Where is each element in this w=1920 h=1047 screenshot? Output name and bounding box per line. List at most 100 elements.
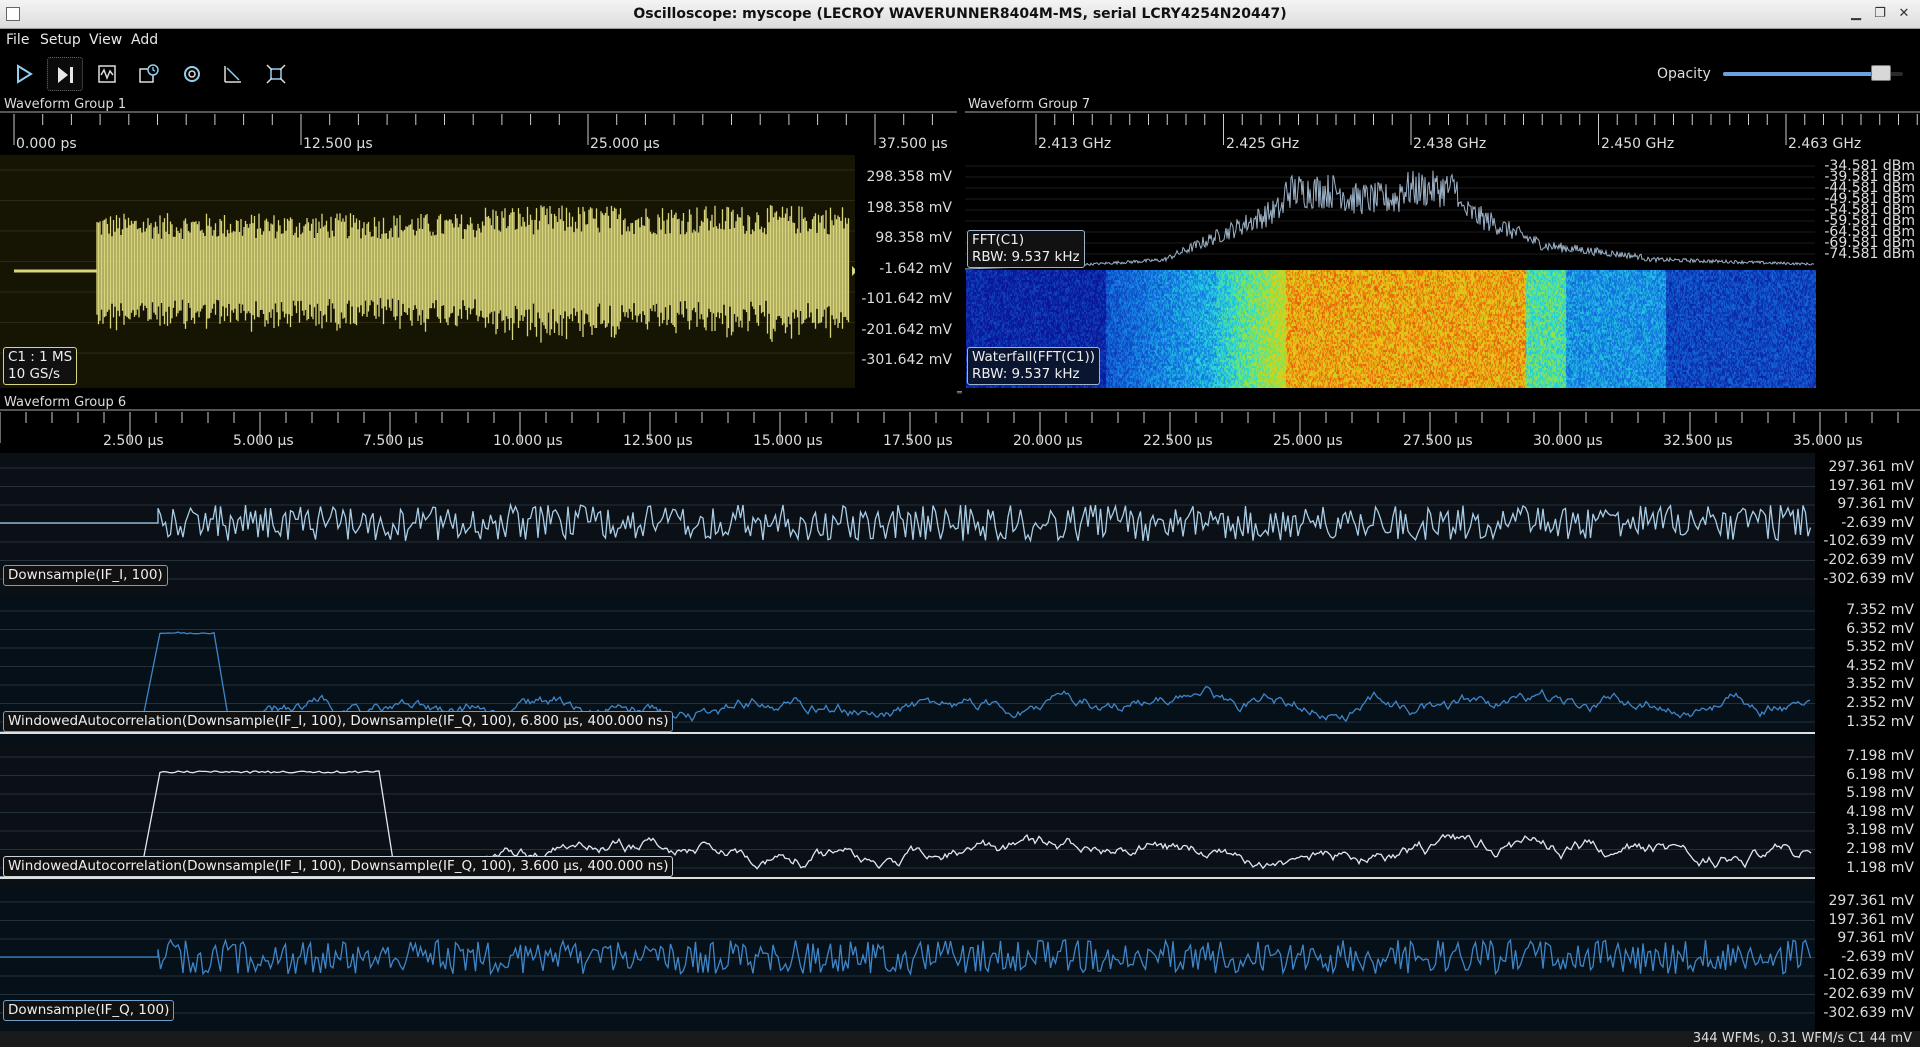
g6-tick-label: 15.000 µs: [753, 433, 823, 449]
group-1-time-ruler[interactable]: [0, 111, 957, 155]
history-button[interactable]: [131, 57, 167, 91]
g6-tick-label: 5.000 µs: [233, 433, 294, 449]
measure-button[interactable]: [215, 57, 251, 91]
measure-icon: [224, 66, 241, 83]
waterfall-badge[interactable]: Waterfall(FFT(C1)) RBW: 9.537 kHz: [967, 347, 1101, 385]
scale-label: 2.352 mV: [1846, 695, 1914, 711]
refresh-button[interactable]: [174, 57, 210, 91]
window-title: Oscilloscope: myscope (LECROY WAVERUNNER…: [633, 6, 1287, 22]
channel-badge-1[interactable]: Downsample(IF_I, 100): [3, 565, 168, 586]
fft-name: FFT(C1): [972, 232, 1025, 248]
status-bar: 344 WFMs, 0.31 WFM/s C1 44 mV: [0, 1031, 1920, 1047]
g1-tick-label: 37.500 µs: [878, 136, 948, 152]
start-button[interactable]: [6, 57, 42, 91]
scale-label: 6.352 mV: [1846, 620, 1914, 637]
g6-tick-label: 20.000 µs: [1013, 433, 1083, 449]
scale-label: -202.639 mV: [1823, 986, 1914, 1002]
scale-label: 197.361 mV: [1828, 911, 1914, 928]
channel-plot-1[interactable]: [0, 453, 1815, 596]
play-icon: [17, 64, 33, 84]
channel-c1-badge[interactable]: C1 : 1 MS 10 GS/s: [3, 347, 78, 385]
menu-bar: File Setup View Add: [0, 29, 1920, 51]
scale-label: 297.361 mV: [1828, 893, 1914, 909]
scale-label: 97.361 mV: [1837, 496, 1914, 513]
scale-label: -302.639 mV: [1823, 1004, 1914, 1021]
fft-spectrum-plot[interactable]: [965, 155, 1815, 270]
group-7-title: Waveform Group 7: [968, 97, 1095, 112]
opacity-slider-handle[interactable]: [1871, 65, 1892, 81]
fft-badge[interactable]: FFT(C1) RBW: 9.537 kHz: [967, 230, 1085, 268]
g1-tick-label: 0.000 ps: [16, 136, 77, 152]
channel-badge-2[interactable]: WindowedAutocorrelation(Downsample(IF_I,…: [3, 711, 674, 732]
channel-plot-4[interactable]: [0, 887, 1815, 1031]
scale-label: -102.639 mV: [1823, 967, 1914, 984]
waterfall-rbw: RBW: 9.537 kHz: [972, 366, 1080, 382]
g6-tick-label: 32.500 µs: [1663, 433, 1733, 449]
play-pause-icon: [58, 67, 73, 83]
g7-tick-label: 2.438 GHz: [1413, 136, 1487, 152]
scale-label: 298.358 mV: [866, 169, 952, 185]
scale-label: 2.198 mV: [1846, 841, 1914, 857]
g6-tick-label: 10.000 µs: [493, 433, 563, 449]
scale-label: 297.361 mV: [1828, 459, 1914, 475]
single-trigger-button[interactable]: [47, 57, 83, 91]
group-1-title: Waveform Group 1: [4, 97, 131, 112]
opacity-slider-fill: [1723, 72, 1882, 76]
scale-label: -2.639 mV: [1841, 514, 1914, 531]
splitter-handle[interactable]: ═: [957, 388, 965, 397]
scale-label: -101.642 mV: [861, 291, 952, 307]
scale-label: 7.198 mV: [1846, 748, 1914, 764]
opacity-slider[interactable]: [1723, 64, 1903, 84]
scale-label: -1.642 mV: [879, 260, 952, 277]
scale-label: 7.352 mV: [1846, 602, 1914, 618]
scale-label: 98.358 mV: [875, 230, 952, 246]
g6-tick-label: 2.500 µs: [103, 433, 164, 449]
scale-label: 4.198 mV: [1846, 803, 1914, 820]
minimize-icon[interactable]: ▁: [1846, 5, 1866, 23]
fullscreen-button[interactable]: [258, 57, 294, 91]
scale-label: 6.198 mV: [1846, 766, 1914, 783]
channel-c1-rate: 10 GS/s: [8, 366, 61, 382]
scale-label: 97.361 mV: [1837, 930, 1914, 947]
close-icon[interactable]: ✕: [1894, 5, 1914, 23]
scale-label: 1.198 mV: [1846, 859, 1914, 876]
menu-view[interactable]: View: [89, 32, 122, 48]
opacity-label: Opacity: [1657, 66, 1711, 82]
waveform-button[interactable]: [89, 57, 125, 91]
channel-badge-4[interactable]: Downsample(IF_Q, 100): [3, 1000, 175, 1021]
refresh-icon: [184, 66, 200, 82]
channel-c1-name: C1 : 1 MS: [8, 349, 73, 365]
g1-tick-label: 25.000 µs: [590, 136, 660, 152]
status-text: 344 WFMs, 0.31 WFM/s C1 44 mV: [1692, 1031, 1912, 1046]
waveform-icon: [98, 65, 116, 83]
group-6-title: Waveform Group 6: [4, 395, 131, 410]
menu-setup[interactable]: Setup: [40, 32, 81, 48]
scale-label: -202.639 mV: [1823, 552, 1914, 568]
maximize-icon[interactable]: ❐: [1870, 5, 1890, 23]
scale-label: -301.642 mV: [861, 352, 952, 368]
scale-label: -102.639 mV: [1823, 533, 1914, 550]
g6-tick-label: 7.500 µs: [363, 433, 424, 449]
plot-background: [0, 453, 1815, 596]
g7-tick-label: 2.463 GHz: [1788, 136, 1862, 152]
g6-tick-label: 35.000 µs: [1793, 433, 1863, 449]
scale-label: 4.352 mV: [1846, 657, 1914, 674]
scale-label: 5.352 mV: [1846, 639, 1914, 656]
scale-label: -201.642 mV: [861, 321, 952, 338]
channel-badge-3[interactable]: WindowedAutocorrelation(Downsample(IF_I,…: [3, 856, 674, 877]
g6-tick-label: 27.500 µs: [1403, 433, 1473, 449]
g6-tick-label: 30.000 µs: [1533, 433, 1603, 449]
scale-label: -2.639 mV: [1841, 948, 1914, 965]
scale-label: -302.639 mV: [1823, 570, 1914, 587]
g6-tick-label: 25.000 µs: [1273, 433, 1343, 449]
g6-tick-label: 12.500 µs: [623, 433, 693, 449]
group-1-waveform-plot[interactable]: [0, 155, 855, 388]
scale-label: -74.581 dBm: [1824, 246, 1915, 262]
scale-label: 3.352 mV: [1846, 676, 1914, 693]
menu-add[interactable]: Add: [131, 32, 158, 48]
g6-tick-label: 22.500 µs: [1143, 433, 1213, 449]
title-bar: Oscilloscope: myscope (LECROY WAVERUNNER…: [0, 0, 1920, 29]
g7-tick-label: 2.413 GHz: [1038, 136, 1112, 152]
fft-rbw: RBW: 9.537 kHz: [972, 249, 1080, 265]
menu-file[interactable]: File: [6, 32, 29, 48]
